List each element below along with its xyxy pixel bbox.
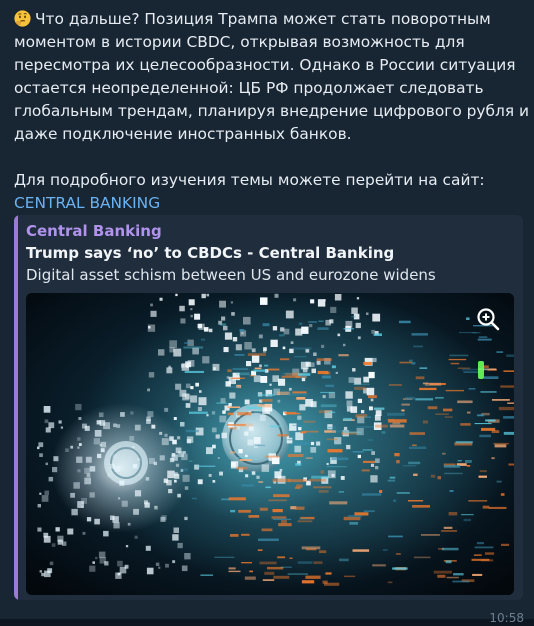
link-preview-title: Trump says ‘no’ to CBDCs - Central Banki… [26,244,395,262]
message-line-2: моментом в истории CBDC, открывая возмож… [14,33,465,51]
message-line-5: глобальным трендам, планируя внедрение ц… [14,102,530,120]
link-preview-accent-bar [14,215,18,600]
central-banking-link[interactable]: CENTRAL BANKING [14,194,160,212]
message-time: 10:58 [489,611,524,625]
message-line-1: Что дальше? Позиция Трампа может стать п… [14,8,524,31]
message-more-text: Для подробного изучения темы можете пере… [14,171,485,189]
zoom-in-icon[interactable] [474,305,502,333]
message-line-6: даже подключение иностранных банков. [14,125,352,143]
message-line-4: остается неопределенной: ЦБ РФ продолжае… [14,79,484,97]
thinking-face-icon [14,10,31,27]
message-line-1-text: Что дальше? Позиция Трампа может стать п… [35,10,491,28]
message-line-3: пересмотра их целесообразности. Однако в… [14,56,516,74]
link-preview[interactable]: Central Banking Trump says ‘no’ to CBDCs… [14,215,523,600]
link-preview-site-name: Central Banking [26,222,162,240]
link-preview-description: Digital asset schism between US and euro… [26,266,436,284]
link-preview-image[interactable] [26,293,514,595]
message-text: Что дальше? Позиция Трампа может стать п… [14,8,530,215]
message-bubble: Что дальше? Позиция Трампа может стать п… [0,0,534,625]
digital-dollar-illustration [26,293,514,595]
